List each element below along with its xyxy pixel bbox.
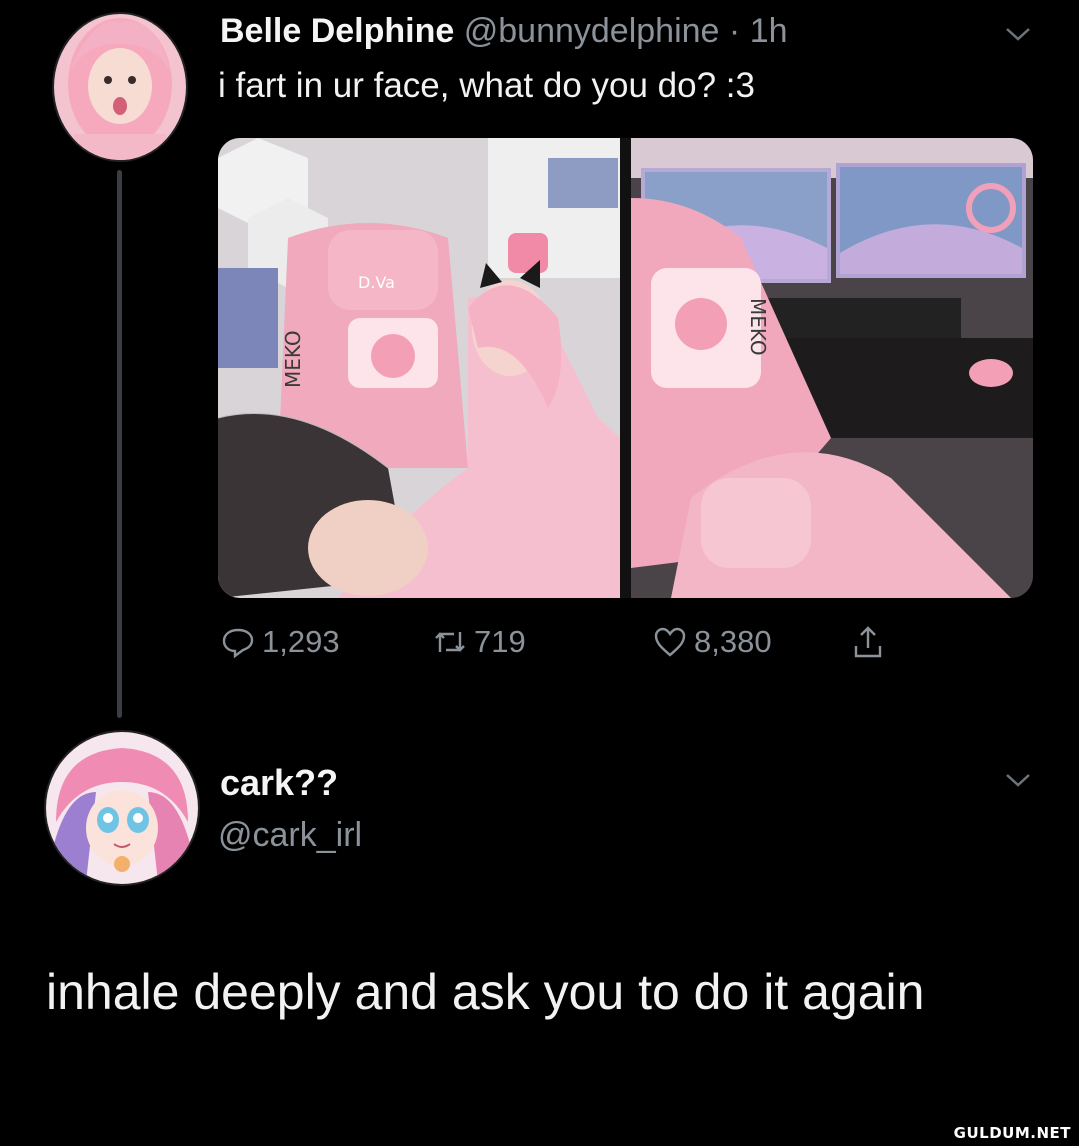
retweet-icon xyxy=(435,632,465,652)
reply-avatar-image xyxy=(46,732,198,884)
share-icon xyxy=(854,626,882,658)
like-count: 8,380 xyxy=(694,624,772,659)
svg-text:D.Va: D.Va xyxy=(358,273,395,292)
author-avatar-image xyxy=(54,14,186,160)
reply-author-avatar[interactable] xyxy=(44,730,200,886)
author-avatar[interactable] xyxy=(52,12,188,162)
media-photo-right[interactable]: MEKO xyxy=(631,138,1033,598)
header-separator: · xyxy=(728,12,741,50)
reply-button[interactable]: 1,293 xyxy=(220,622,340,662)
site-watermark: GULDUM.NET xyxy=(953,1124,1071,1142)
like-button[interactable]: 8,380 xyxy=(652,622,772,662)
tweet-text: i fart in ur face, what do you do? :3 xyxy=(218,66,755,105)
thread-connector-line xyxy=(117,170,122,718)
comment-icon xyxy=(222,628,254,659)
media-photo-left[interactable]: D.Va MEKO xyxy=(218,138,620,598)
author-name[interactable]: Belle Delphine xyxy=(220,12,454,50)
tweet-time[interactable]: 1h xyxy=(750,12,788,50)
author-handle[interactable]: @bunnydelphine xyxy=(464,12,720,50)
chevron-down-icon[interactable] xyxy=(1003,770,1033,790)
reply-text: inhale deeply and ask you to do it again xyxy=(46,964,925,1020)
share-button[interactable] xyxy=(850,622,892,662)
reply-count: 1,293 xyxy=(262,624,340,659)
chair-brand-label: MEKO xyxy=(281,330,305,388)
tweet-header: Belle Delphine @bunnydelphine · 1h xyxy=(220,12,788,51)
retweet-count: 719 xyxy=(474,624,526,659)
chevron-down-icon[interactable] xyxy=(1003,24,1033,44)
reply-author-name[interactable]: cark?? xyxy=(220,762,338,804)
tweet-media-grid[interactable]: D.Va MEKO MEKO xyxy=(218,138,1033,598)
reply-author-handle[interactable]: @cark_irl xyxy=(218,816,362,855)
retweet-button[interactable]: 719 xyxy=(432,622,526,662)
svg-text:MEKO: MEKO xyxy=(746,298,770,356)
heart-icon xyxy=(654,627,686,657)
